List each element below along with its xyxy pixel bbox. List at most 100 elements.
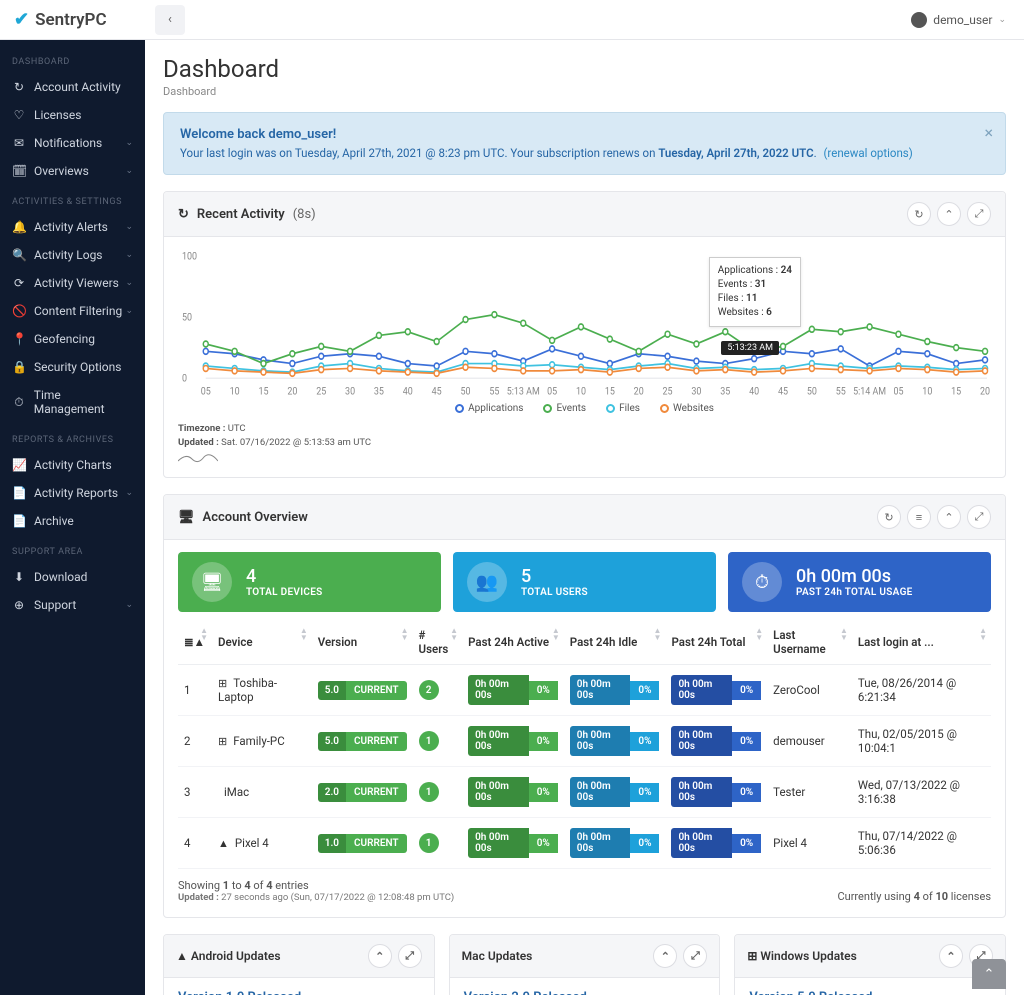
table-header[interactable]: Last login at ...▲▼ [852,620,991,665]
legend-item[interactable]: Websites [660,403,714,414]
account-overview-panel: 🖥 Account Overview ↻ ≡ ⌃ ⤢ 🖥4TOTAL DEVIC… [163,494,1006,918]
chevron-down-icon: ⌄ [125,488,133,498]
svg-text:05: 05 [201,386,212,398]
table-header[interactable]: Past 24h Idle▲▼ [564,620,666,665]
svg-text:35: 35 [720,386,731,398]
nav-icon: 📄 [12,514,26,528]
table-header[interactable]: Version▲▼ [312,620,413,665]
sidebar-collapse-button[interactable]: ‹ [155,5,185,35]
stat-card-users[interactable]: 👥5TOTAL USERS [453,552,716,612]
panel-expand-button[interactable]: ⤢ [967,202,991,226]
legend-item[interactable]: Files [606,403,640,414]
last-username: ZeroCool [767,665,852,716]
device-name: Pixel 4 [235,836,269,850]
row-index: 2 [178,716,212,767]
table-header[interactable]: # Users▲▼ [413,620,463,665]
user-menu[interactable]: demo_user ⌄ [893,12,1024,28]
user-count-badge: 2 [419,680,439,700]
svg-text:50: 50 [461,386,471,398]
sidebar-item-security-options[interactable]: 🔒Security Options [0,353,145,381]
panel-collapse-button[interactable]: ⌃ [368,944,392,968]
table-header[interactable]: Past 24h Active▲▼ [462,620,564,665]
sidebar-item-overviews[interactable]: 🗓Overviews⌄ [0,157,145,185]
table-row[interactable]: 2⊞Family-PC5.0CURRENT10h 00m 00s0%0h 00m… [178,716,991,767]
row-index: 1 [178,665,212,716]
svg-text:5:14 AM: 5:14 AM [853,386,886,398]
renewal-options-link[interactable]: (renewal options) [824,146,913,160]
svg-text:30: 30 [345,386,355,398]
stopwatch-icon: ⏱ [742,562,782,602]
svg-text:5:13 AM: 5:13 AM [507,386,540,398]
table-row[interactable]: 1⊞Toshiba-Laptop5.0CURRENT20h 00m 00s0%0… [178,665,991,716]
nav-label: Notifications [34,136,102,150]
panel-expand-button[interactable]: ⤢ [683,944,707,968]
table-header[interactable]: Last Username▲▼ [767,620,852,665]
sidebar-item-time-management[interactable]: ⏱Time Management [0,381,145,423]
stat-card-laptop[interactable]: 🖥4TOTAL DEVICES [178,552,441,612]
stat-card-stopwatch[interactable]: ⏱0h 00m 00sPAST 24h TOTAL USAGE [728,552,991,612]
sidebar-item-archive[interactable]: 📄Archive [0,507,145,535]
sidebar-item-activity-alerts[interactable]: 🔔Activity Alerts⌄ [0,213,145,241]
last-username: demouser [767,716,852,767]
nav-icon: ⟳ [12,276,26,290]
panel-list-button[interactable]: ≡ [907,505,931,529]
update-title: Version 1.0 Released [178,990,420,995]
table-header[interactable]: Device▲▼ [212,620,312,665]
svg-text:50: 50 [807,386,817,398]
win-icon: ⊞ [218,677,227,690]
svg-text:45: 45 [778,386,789,398]
recent-activity-title: Recent Activity [197,207,285,222]
nav-icon: ♡ [12,108,26,122]
stat-label: TOTAL USERS [521,587,588,598]
sidebar: DASHBOARD↻Account Activity♡Licenses✉Noti… [0,0,145,995]
panel-refresh-button[interactable]: ↻ [907,202,931,226]
main-content: Dashboard Dashboard Welcome back demo_us… [145,0,1024,995]
brand-logo[interactable]: ✔ SentryPC [0,9,145,30]
sidebar-item-activity-viewers[interactable]: ⟳Activity Viewers⌄ [0,269,145,297]
win-icon: ⊞ [747,949,757,963]
panel-expand-button[interactable]: ⤢ [967,505,991,529]
table-row[interactable]: 4▲Pixel 41.0CURRENT10h 00m 00s0%0h 00m 0… [178,818,991,869]
welcome-body: Your last login was on Tuesday, April 27… [180,146,989,160]
table-showing: Showing 1 to 4 of 4 entries [178,879,454,892]
sidebar-item-download[interactable]: ⬇Download [0,563,145,591]
nav-icon: ⬇ [12,570,26,584]
device-name: Family-PC [233,734,284,748]
close-icon[interactable]: × [984,123,993,142]
table-header[interactable]: Past 24h Total▲▼ [665,620,767,665]
legend-item[interactable]: Applications [455,403,523,414]
sidebar-item-licenses[interactable]: ♡Licenses [0,101,145,129]
sidebar-item-activity-charts[interactable]: 📈Activity Charts [0,451,145,479]
panel-collapse-button[interactable]: ⌃ [937,505,961,529]
svg-text:45: 45 [432,386,443,398]
sidebar-item-notifications[interactable]: ✉Notifications⌄ [0,129,145,157]
win-icon: ⊞ [218,735,227,748]
user-count-badge: 1 [419,782,439,802]
sidebar-item-activity-reports[interactable]: 📄Activity Reports⌄ [0,479,145,507]
chevron-down-icon: ⌄ [998,15,1006,25]
last-login: Wed, 07/13/2022 @ 3:16:38 [852,767,991,818]
sidebar-item-content-filtering[interactable]: 🚫Content Filtering⌄ [0,297,145,325]
nav-label: Activity Viewers [34,276,119,290]
panel-refresh-button[interactable]: ↻ [877,505,901,529]
sidebar-item-geofencing[interactable]: 📍Geofencing [0,325,145,353]
panel-collapse-button[interactable]: ⌃ [939,944,963,968]
legend-item[interactable]: Events [543,403,586,414]
sidebar-item-support[interactable]: ⊕Support⌄ [0,591,145,619]
table-header[interactable]: ≣▲▲▼ [178,620,212,665]
activity-chart: 10050005101520253035404550555:13 AM05101… [178,249,991,399]
panel-collapse-button[interactable]: ⌃ [937,202,961,226]
nav-label: Activity Charts [34,458,112,472]
panel-collapse-button[interactable]: ⌃ [653,944,677,968]
svg-text:05: 05 [547,386,558,398]
brand-name: SentryPC [35,10,106,30]
nav-label: Content Filtering [34,304,122,318]
scroll-top-button[interactable]: ⌃ [972,959,1006,989]
sidebar-item-activity-logs[interactable]: 🔍Activity Logs⌄ [0,241,145,269]
chevron-down-icon: ⌄ [125,166,133,176]
panel-expand-button[interactable]: ⤢ [398,944,422,968]
sidebar-item-account-activity[interactable]: ↻Account Activity [0,73,145,101]
table-row[interactable]: 3iMac2.0CURRENT10h 00m 00s0%0h 00m 00s0%… [178,767,991,818]
users-icon: 👥 [467,562,507,602]
update-header: Android Updates [191,949,281,963]
